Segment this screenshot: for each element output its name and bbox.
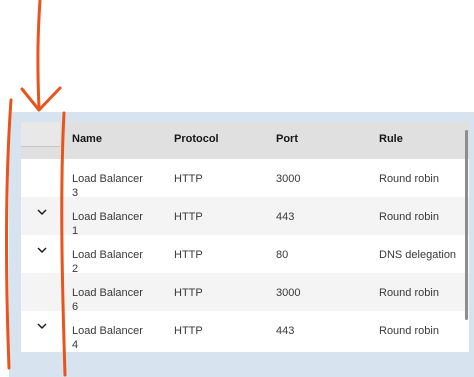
cell-protocol: HTTP: [174, 249, 203, 261]
cell-protocol: HTTP: [174, 325, 203, 337]
cell-rule: Round robin: [379, 173, 439, 185]
cell-rule: DNS delegation: [379, 249, 457, 261]
chevron-down-icon[interactable]: [36, 245, 48, 255]
column-header-name[interactable]: Name: [72, 133, 102, 145]
table-row[interactable]: Load Balancer 6 HTTP 3000 Round robin: [21, 273, 469, 313]
cell-protocol: HTTP: [174, 211, 203, 223]
cell-name: Load Balancer 3: [72, 173, 143, 199]
column-header-port[interactable]: Port: [276, 133, 298, 145]
chevron-down-icon[interactable]: [36, 321, 48, 331]
cell-name: Load Balancer 6: [72, 287, 143, 313]
column-header-protocol[interactable]: Protocol: [174, 133, 219, 145]
cell-port: 443: [276, 325, 295, 337]
annotation-arrow-head: [20, 86, 62, 112]
table-header: Name Protocol Port Rule: [21, 122, 469, 159]
chevron-down-icon[interactable]: [36, 207, 48, 217]
table-row[interactable]: Load Balancer 2 HTTP 80 DNS delegation: [21, 235, 469, 275]
cell-name: Load Balancer 1: [72, 211, 143, 237]
cell-port: 3000: [276, 287, 301, 299]
table-row[interactable]: Load Balancer 3 HTTP 3000 Round robin: [21, 159, 469, 199]
vertical-scrollbar[interactable]: [465, 130, 468, 320]
cell-port: 80: [276, 249, 289, 261]
cell-rule: Round robin: [379, 287, 439, 299]
cell-protocol: HTTP: [174, 173, 203, 185]
cell-protocol: HTTP: [174, 287, 203, 299]
cell-rule: Round robin: [379, 211, 439, 223]
cell-name: Load Balancer 2: [72, 249, 143, 275]
expand-column-header: [21, 122, 60, 147]
cell-port: 3000: [276, 173, 301, 185]
data-table: Name Protocol Port Rule Load Balancer 3 …: [21, 122, 469, 352]
table-row[interactable]: Load Balancer 4 HTTP 443 Round robin: [21, 311, 469, 351]
column-header-rule[interactable]: Rule: [379, 133, 403, 145]
cell-rule: Round robin: [379, 325, 439, 337]
table-row[interactable]: Load Balancer 1 HTTP 443 Round robin: [21, 197, 469, 237]
annotation-arrow-shaft: [36, 0, 42, 110]
cell-port: 443: [276, 211, 295, 223]
cell-name: Load Balancer 4: [72, 325, 143, 351]
